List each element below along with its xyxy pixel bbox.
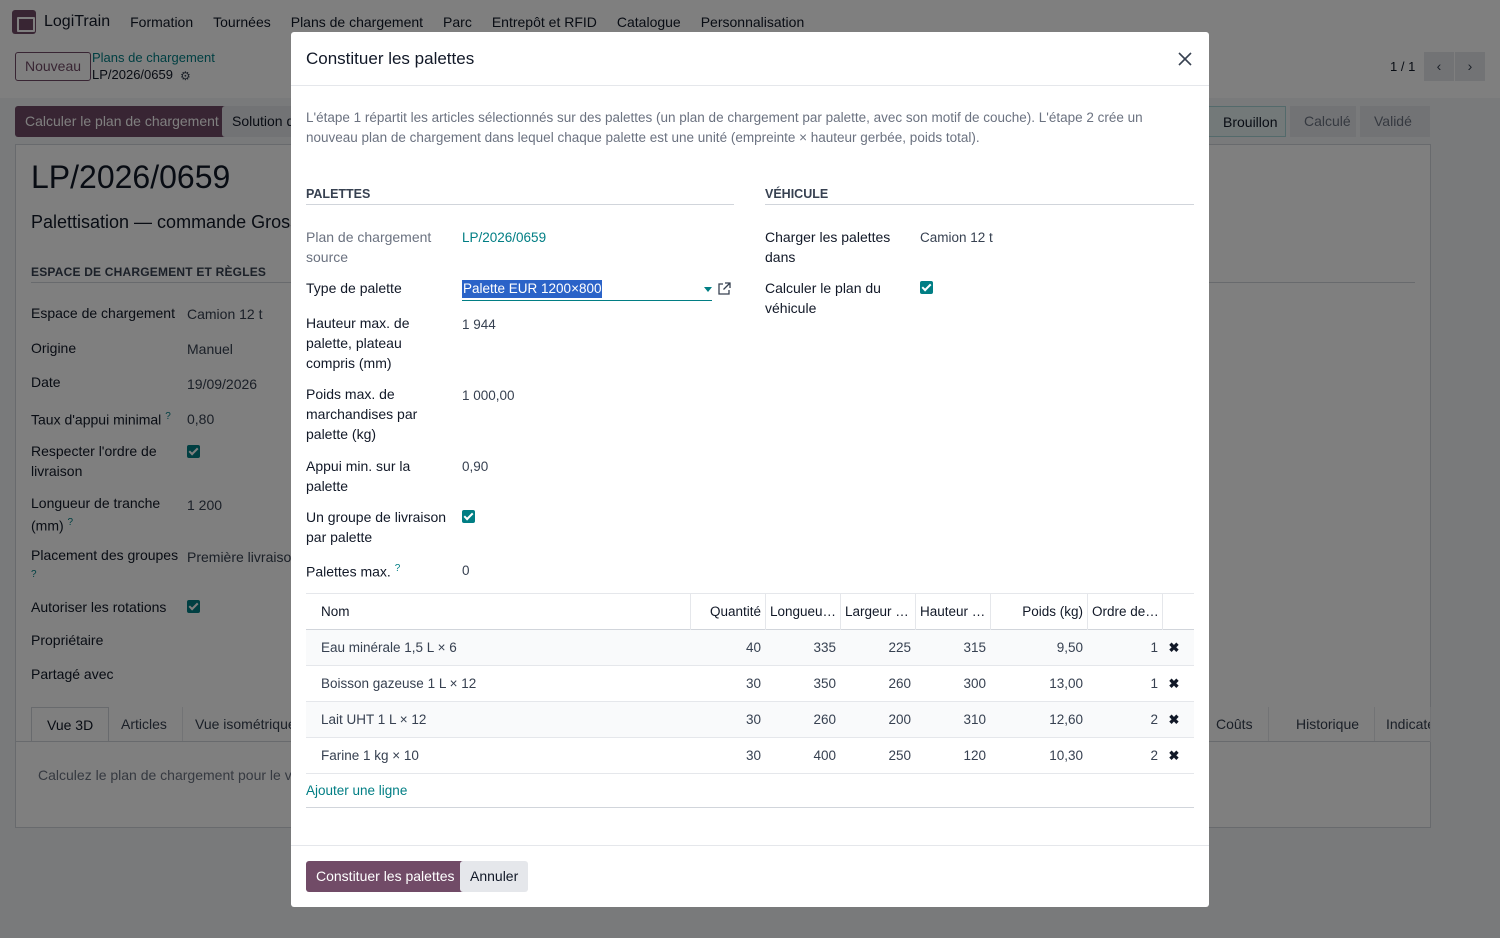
checkbox-checked-icon bbox=[920, 281, 933, 294]
cell-height[interactable]: 310 bbox=[915, 702, 990, 737]
delete-row-icon[interactable]: ✖ bbox=[1166, 630, 1182, 665]
max-goods-weight-value[interactable]: 1 000,00 bbox=[462, 388, 515, 403]
delete-row-icon[interactable]: ✖ bbox=[1166, 738, 1182, 773]
column-header-weight[interactable]: Poids (kg) bbox=[990, 594, 1087, 630]
checkbox-checked-icon bbox=[462, 510, 475, 523]
source-plan-link[interactable]: LP/2026/0659 bbox=[462, 230, 546, 245]
cell-weight[interactable]: 12,60 bbox=[990, 702, 1087, 737]
close-icon[interactable] bbox=[1176, 50, 1194, 68]
cell-length[interactable]: 400 bbox=[765, 738, 840, 773]
cell-delivery-order[interactable]: 2 bbox=[1087, 738, 1162, 773]
cell-length[interactable]: 350 bbox=[765, 666, 840, 701]
label-max-pallet-height: Hauteur max. de palette, plateau compris… bbox=[306, 315, 410, 371]
section-title-pallets: PALETTES bbox=[306, 187, 371, 201]
table-header: Nom Quantité Longueu… Largeur … Hauteur … bbox=[306, 593, 1194, 630]
load-pallets-into-value[interactable]: Camion 12 t bbox=[920, 230, 993, 245]
max-pallet-height-value[interactable]: 1 944 bbox=[462, 317, 496, 332]
pallet-type-value: Palette EUR 1200×800 bbox=[462, 280, 603, 298]
cancel-button[interactable]: Annuler bbox=[460, 861, 529, 892]
label-max-pallets: Palettes max. ? bbox=[306, 563, 401, 580]
section-divider bbox=[765, 204, 1194, 205]
dialog-title: Constituer les palettes bbox=[306, 49, 475, 68]
cell-height[interactable]: 300 bbox=[915, 666, 990, 701]
cell-name[interactable]: Farine 1 kg × 10 bbox=[306, 738, 690, 773]
dialog-footer: Constituer les palettes Annuler bbox=[291, 845, 1209, 907]
column-header-quantity[interactable]: Quantité bbox=[690, 594, 765, 630]
cell-length[interactable]: 335 bbox=[765, 630, 840, 665]
add-line-link[interactable]: Ajouter une ligne bbox=[306, 783, 407, 798]
cell-name[interactable]: Boisson gazeuse 1 L × 12 bbox=[306, 666, 690, 701]
table-row[interactable]: Farine 1 kg × 10 30 400 250 120 10,30 2 … bbox=[306, 738, 1194, 774]
cell-delivery-order[interactable]: 1 bbox=[1087, 630, 1162, 665]
cell-name[interactable]: Eau minérale 1,5 L × 6 bbox=[306, 630, 690, 665]
delete-row-icon[interactable]: ✖ bbox=[1166, 702, 1182, 737]
cell-quantity[interactable]: 30 bbox=[690, 666, 765, 701]
build-pallets-dialog: Constituer les palettes L'étape 1 répart… bbox=[291, 32, 1209, 907]
cell-width[interactable]: 260 bbox=[840, 666, 915, 701]
cell-width[interactable]: 225 bbox=[840, 630, 915, 665]
cell-height[interactable]: 120 bbox=[915, 738, 990, 773]
label-max-goods-weight: Poids max. de marchandises par palette (… bbox=[306, 386, 418, 442]
cell-delivery-order[interactable]: 2 bbox=[1087, 702, 1162, 737]
table-row[interactable]: Eau minérale 1,5 L × 6 40 335 225 315 9,… bbox=[306, 630, 1194, 666]
column-header-width[interactable]: Largeur … bbox=[840, 594, 915, 630]
caret-down-icon[interactable] bbox=[704, 287, 712, 292]
cell-width[interactable]: 250 bbox=[840, 738, 915, 773]
cell-quantity[interactable]: 30 bbox=[690, 738, 765, 773]
build-pallets-button[interactable]: Constituer les palettes bbox=[306, 861, 465, 892]
delete-row-icon[interactable]: ✖ bbox=[1166, 666, 1182, 701]
cell-width[interactable]: 200 bbox=[840, 702, 915, 737]
label-one-group-per-pallet: Un groupe de livraison par palette bbox=[306, 509, 447, 545]
cell-length[interactable]: 260 bbox=[765, 702, 840, 737]
cell-name[interactable]: Lait UHT 1 L × 12 bbox=[306, 702, 690, 737]
table-row[interactable]: Lait UHT 1 L × 12 30 260 200 310 12,60 2… bbox=[306, 702, 1194, 738]
cell-weight[interactable]: 10,30 bbox=[990, 738, 1087, 773]
column-header-name[interactable]: Nom bbox=[306, 594, 690, 630]
min-support-value[interactable]: 0,90 bbox=[462, 459, 488, 474]
dialog-intro-text: L'étape 1 répartit les articles sélectio… bbox=[306, 110, 1143, 145]
column-header-actions bbox=[1162, 594, 1194, 630]
table-row[interactable]: Boisson gazeuse 1 L × 12 30 350 260 300 … bbox=[306, 666, 1194, 702]
label-min-support: Appui min. sur la palette bbox=[306, 458, 411, 494]
cell-height[interactable]: 315 bbox=[915, 630, 990, 665]
section-divider bbox=[306, 204, 734, 205]
column-header-delivery-order[interactable]: Ordre de… bbox=[1087, 594, 1162, 630]
compute-vehicle-plan-checkbox[interactable] bbox=[920, 281, 933, 297]
cell-delivery-order[interactable]: 1 bbox=[1087, 666, 1162, 701]
cell-quantity[interactable]: 30 bbox=[690, 702, 765, 737]
cell-weight[interactable]: 9,50 bbox=[990, 630, 1087, 665]
table-bottom-divider bbox=[306, 807, 1194, 808]
external-link-icon[interactable] bbox=[717, 282, 731, 296]
section-title-vehicle: VÉHICULE bbox=[765, 187, 829, 201]
column-header-length[interactable]: Longueu… bbox=[765, 594, 840, 630]
one-group-per-pallet-checkbox[interactable] bbox=[462, 510, 475, 526]
dialog-header: Constituer les palettes bbox=[291, 32, 1209, 86]
pallet-type-select[interactable]: Palette EUR 1200×800 bbox=[462, 280, 712, 301]
label-source-plan: Plan de chargement source bbox=[306, 229, 432, 265]
label-compute-vehicle-plan: Calculer le plan du véhicule bbox=[765, 280, 881, 316]
max-pallets-value[interactable]: 0 bbox=[462, 563, 470, 578]
help-icon[interactable]: ? bbox=[395, 563, 401, 574]
cell-quantity[interactable]: 40 bbox=[690, 630, 765, 665]
column-header-height[interactable]: Hauteur … bbox=[915, 594, 990, 630]
label-pallet-type: Type de palette bbox=[306, 280, 402, 296]
label-load-pallets-into: Charger les palettes dans bbox=[765, 229, 891, 265]
cell-weight[interactable]: 13,00 bbox=[990, 666, 1087, 701]
